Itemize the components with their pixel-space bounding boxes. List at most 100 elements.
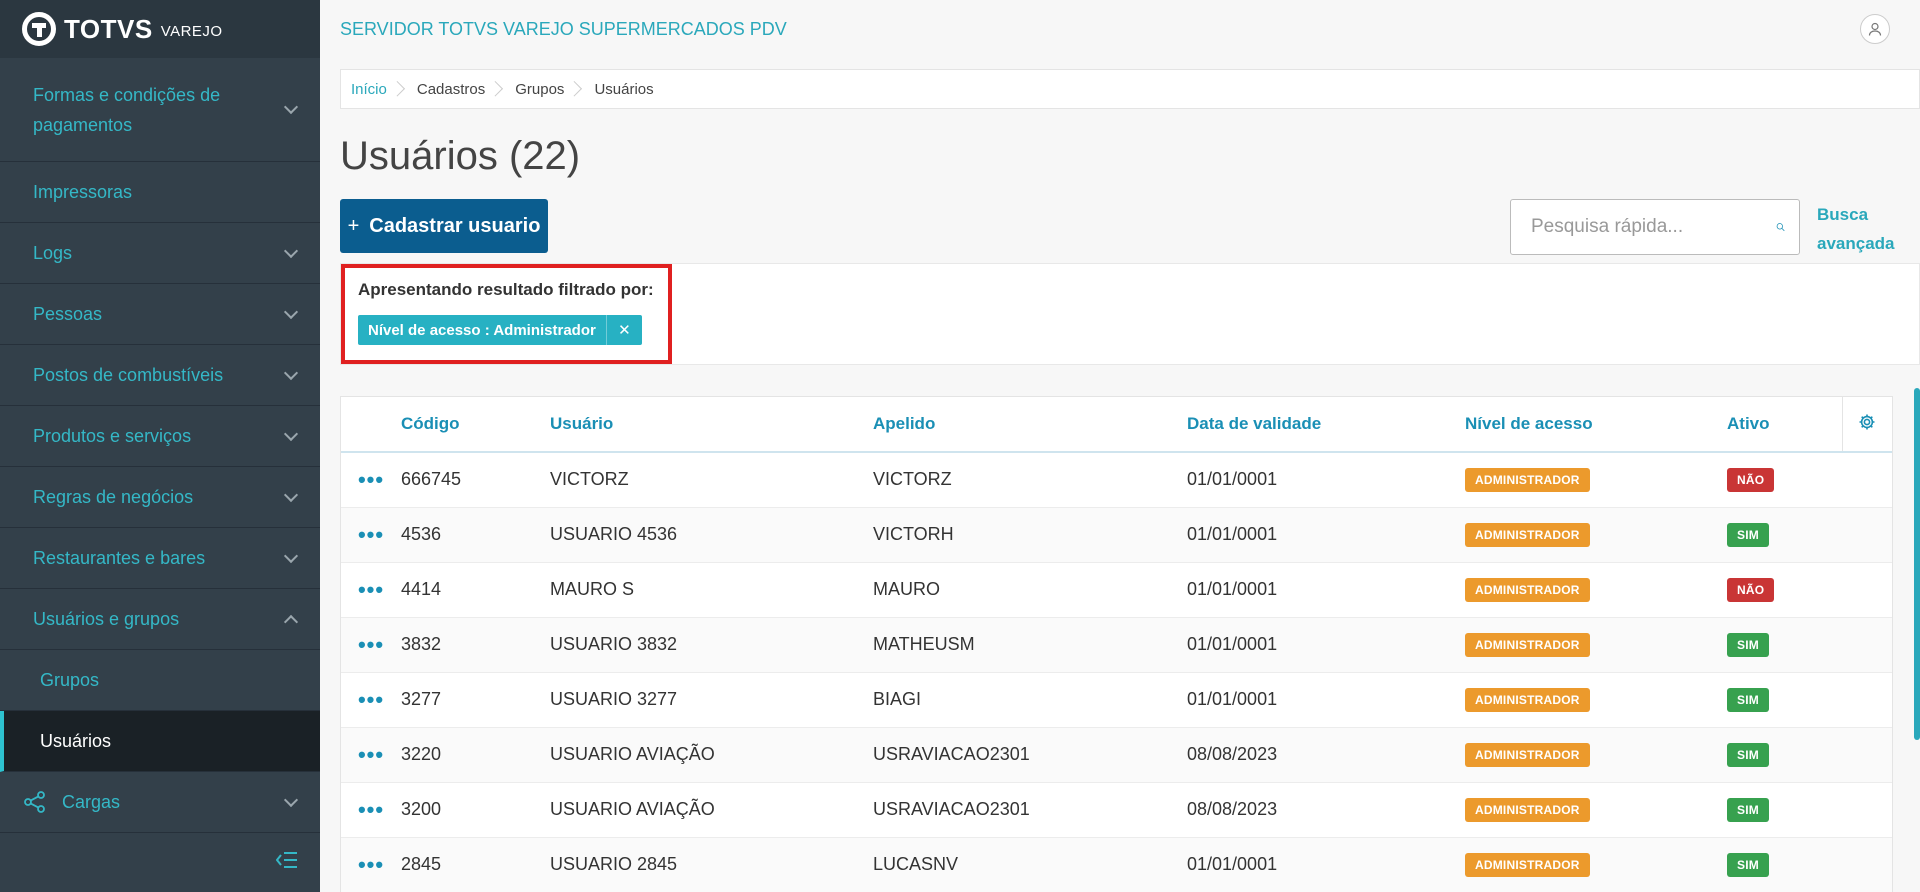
- table-row[interactable]: ••• 3220 USUARIO AVIAÇÃO USRAVIACAO2301 …: [341, 727, 1892, 783]
- row-actions-button[interactable]: •••: [341, 562, 401, 618]
- sidebar-item-restaurantes[interactable]: Restaurantes e bares: [0, 528, 320, 589]
- table-row[interactable]: ••• 4536 USUARIO 4536 VICTORH 01/01/0001…: [341, 507, 1892, 563]
- row-actions-button[interactable]: •••: [341, 727, 401, 783]
- row-actions-button[interactable]: •••: [341, 837, 401, 892]
- advanced-search-link[interactable]: Busca avançada: [1817, 200, 1895, 258]
- cell-apelido: VICTORZ: [873, 452, 1187, 508]
- cell-codigo: 2845: [401, 837, 550, 892]
- breadcrumb-grupos[interactable]: Grupos: [515, 81, 578, 98]
- cell-apelido: MAURO: [873, 562, 1187, 618]
- cell-validade: 01/01/0001: [1187, 837, 1465, 892]
- status-badge: SIM: [1727, 852, 1769, 877]
- search-icon[interactable]: [1776, 214, 1785, 240]
- cell-ativo: SIM: [1727, 617, 1842, 673]
- share-nodes-icon: [24, 791, 45, 813]
- sidebar-item-label: Pessoas: [33, 303, 103, 324]
- sidebar-item-label: Cargas: [62, 791, 121, 812]
- add-user-label: Cadastrar usuario: [369, 214, 541, 237]
- logo-sub: VAREJO: [160, 23, 223, 40]
- add-user-button[interactable]: + Cadastrar usuario: [340, 199, 548, 253]
- collapse-sidebar-button[interactable]: [275, 851, 298, 874]
- row-actions-button[interactable]: •••: [341, 452, 401, 508]
- table-row[interactable]: ••• 3832 USUARIO 3832 MATHEUSM 01/01/000…: [341, 617, 1892, 673]
- table-row[interactable]: ••• 4414 MAURO S MAURO 01/01/0001 ADMINI…: [341, 562, 1892, 618]
- table-row[interactable]: ••• 3200 USUARIO AVIAÇÃO USRAVIACAO2301 …: [341, 782, 1892, 838]
- sidebar-item-regras[interactable]: Regras de negócios: [0, 467, 320, 528]
- cell-codigo: 3832: [401, 617, 550, 673]
- access-level-badge: ADMINISTRADOR: [1465, 742, 1590, 767]
- cell-nivel: ADMINISTRADOR: [1465, 672, 1727, 728]
- status-badge: SIM: [1727, 797, 1769, 822]
- sidebar-item-postos[interactable]: Postos de combustíveis: [0, 345, 320, 406]
- cell-ativo: NÃO: [1727, 562, 1842, 618]
- chevron-down-icon: [283, 487, 299, 502]
- access-level-badge: ADMINISTRADOR: [1465, 467, 1590, 492]
- cell-usuario: USUARIO 4536: [550, 507, 873, 563]
- chevron-down-icon: [283, 365, 299, 380]
- search-input[interactable]: [1511, 200, 1776, 254]
- cell-settings: [1842, 507, 1892, 563]
- sidebar-item-grupos[interactable]: Grupos: [0, 650, 320, 711]
- cell-nivel: ADMINISTRADOR: [1465, 837, 1727, 892]
- column-header-validade[interactable]: Data de validade: [1187, 397, 1465, 453]
- row-actions-button[interactable]: •••: [341, 782, 401, 838]
- cell-settings: [1842, 727, 1892, 783]
- cell-settings: [1842, 672, 1892, 728]
- page-scrollbar[interactable]: [1914, 388, 1920, 740]
- cell-apelido: MATHEUSM: [873, 617, 1187, 673]
- cell-nivel: ADMINISTRADOR: [1465, 452, 1727, 508]
- column-header-apelido[interactable]: Apelido: [873, 397, 1187, 453]
- column-header-nivel[interactable]: Nível de acesso: [1465, 397, 1727, 453]
- cell-nivel: ADMINISTRADOR: [1465, 727, 1727, 783]
- cell-codigo: 4536: [401, 507, 550, 563]
- cell-settings: [1842, 837, 1892, 892]
- status-badge: SIM: [1727, 632, 1769, 657]
- sidebar-item-logs[interactable]: Logs: [0, 223, 320, 284]
- page-title: Usuários (22): [340, 134, 581, 178]
- access-level-badge: ADMINISTRADOR: [1465, 632, 1590, 657]
- status-badge: SIM: [1727, 687, 1769, 712]
- cell-usuario: USUARIO AVIAÇÃO: [550, 782, 873, 838]
- cell-validade: 08/08/2023: [1187, 782, 1465, 838]
- sidebar-item-formas-pagamento[interactable]: Formas e condições de pagamentos: [0, 58, 320, 162]
- sidebar-item-cargas[interactable]: Cargas: [0, 772, 320, 833]
- sidebar-item-impressoras[interactable]: Impressoras: [0, 162, 320, 223]
- access-level-badge: ADMINISTRADOR: [1465, 797, 1590, 822]
- plus-icon: +: [347, 214, 360, 237]
- table-settings-button[interactable]: [1841, 397, 1892, 453]
- column-header-usuario[interactable]: Usuário: [550, 397, 873, 453]
- table-row[interactable]: ••• 3277 USUARIO 3277 BIAGI 01/01/0001 A…: [341, 672, 1892, 728]
- row-actions-button[interactable]: •••: [341, 617, 401, 673]
- users-table: Código Usuário Apelido Data de validade …: [340, 396, 1893, 892]
- column-header-codigo[interactable]: Código: [401, 397, 550, 453]
- breadcrumb: Início Cadastros Grupos Usuários: [340, 69, 1920, 109]
- sidebar-item-pessoas[interactable]: Pessoas: [0, 284, 320, 345]
- more-options-icon: •••: [357, 796, 385, 822]
- more-options-icon: •••: [357, 576, 385, 602]
- user-profile-button[interactable]: [1860, 14, 1890, 44]
- sidebar-item-label: Produtos e serviços: [33, 425, 192, 446]
- table-row[interactable]: ••• 2845 USUARIO 2845 LUCASNV 01/01/0001…: [341, 837, 1892, 892]
- column-header-ativo[interactable]: Ativo: [1727, 397, 1842, 453]
- row-actions-button[interactable]: •••: [341, 672, 401, 728]
- sidebar-item-produtos[interactable]: Produtos e serviços: [0, 406, 320, 467]
- cell-usuario: USUARIO 3832: [550, 617, 873, 673]
- cell-settings: [1842, 562, 1892, 618]
- breadcrumb-cadastros[interactable]: Cadastros: [417, 81, 499, 98]
- close-icon[interactable]: ✕: [605, 315, 642, 345]
- breadcrumb-inicio[interactable]: Início: [351, 81, 401, 98]
- cell-settings: [1842, 617, 1892, 673]
- status-badge: NÃO: [1727, 467, 1775, 492]
- status-badge: SIM: [1727, 742, 1769, 767]
- cell-validade: 01/01/0001: [1187, 507, 1465, 563]
- cell-usuario: USUARIO 2845: [550, 837, 873, 892]
- chevron-up-icon: [283, 614, 299, 629]
- cell-settings: [1842, 782, 1892, 838]
- table-row[interactable]: ••• 666745 VICTORZ VICTORZ 01/01/0001 AD…: [341, 452, 1892, 508]
- app-logo[interactable]: TOTVS VAREJO: [0, 0, 320, 58]
- row-actions-button[interactable]: •••: [341, 507, 401, 563]
- sidebar-item-usuarios-grupos[interactable]: Usuários e grupos: [0, 589, 320, 650]
- sidebar-item-usuarios[interactable]: Usuários: [0, 711, 320, 772]
- cell-codigo: 666745: [401, 452, 550, 508]
- cell-nivel: ADMINISTRADOR: [1465, 507, 1727, 563]
